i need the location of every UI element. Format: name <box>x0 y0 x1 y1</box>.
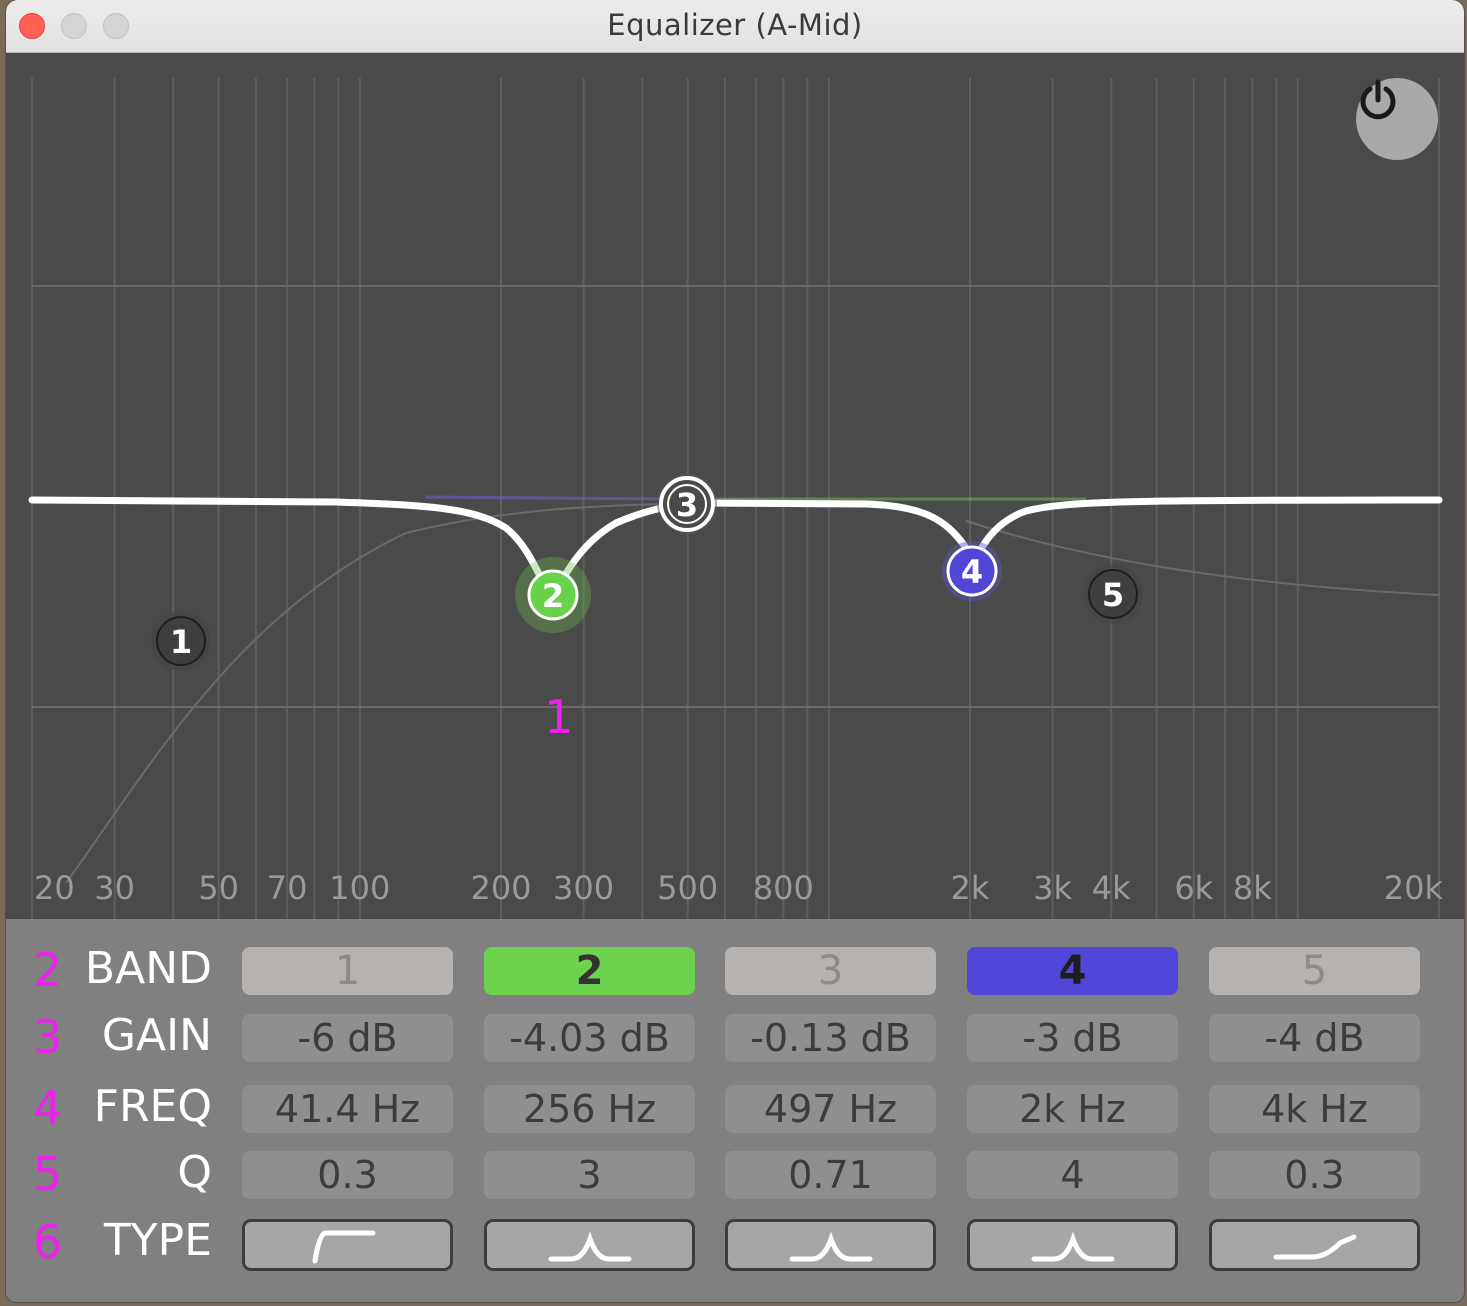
eq-response-curve <box>28 496 1443 605</box>
band-1-curve <box>65 502 707 884</box>
band-node-label: 3 <box>676 486 698 524</box>
freq-value-band-4[interactable]: 2k Hz <box>967 1085 1178 1133</box>
annotation-marker: 1 <box>544 690 574 744</box>
q-value-band-4[interactable]: 4 <box>967 1151 1178 1199</box>
band-node-label: 5 <box>1102 576 1124 614</box>
band-node-1[interactable]: 1 <box>151 611 211 671</box>
high-shelf-icon <box>1273 1234 1356 1260</box>
type-selector-band-3[interactable] <box>725 1219 936 1271</box>
freq-label: 70 <box>267 869 308 907</box>
band-node-2[interactable]: 2 <box>515 557 591 633</box>
freq-label: 3k <box>1033 869 1072 907</box>
bell-icon <box>789 1231 872 1262</box>
freq-label: 20k <box>1384 869 1444 907</box>
high-pass-icon <box>312 1230 375 1264</box>
window-title: Equalizer (A-Mid) <box>607 8 863 42</box>
freq-label: 500 <box>657 869 718 907</box>
q-value-band-3[interactable]: 0.71 <box>725 1151 936 1199</box>
freq-value-band-3[interactable]: 497 Hz <box>725 1085 936 1133</box>
gain-value-band-1[interactable]: -6 dB <box>242 1014 453 1062</box>
freq-label: 30 <box>94 869 135 907</box>
freq-value-band-2[interactable]: 256 Hz <box>484 1085 695 1133</box>
freq-label: 6k <box>1174 869 1213 907</box>
row-label: TYPE <box>103 1215 212 1266</box>
gain-value-band-2[interactable]: -4.03 dB <box>484 1014 695 1062</box>
gain-value-band-3[interactable]: -0.13 dB <box>725 1014 936 1062</box>
title-bar: Equalizer (A-Mid) <box>6 0 1464 53</box>
row-label: BAND <box>84 943 212 994</box>
bell-icon <box>548 1231 631 1262</box>
band-node-label: 1 <box>170 623 192 661</box>
q-value-band-1[interactable]: 0.3 <box>242 1151 453 1199</box>
gain-value-band-4[interactable]: -3 dB <box>967 1014 1178 1062</box>
freq-label: 200 <box>470 869 531 907</box>
band-node-label: 4 <box>961 553 983 591</box>
freq-value-band-5[interactable]: 4k Hz <box>1209 1085 1420 1133</box>
bell-icon <box>1031 1231 1114 1262</box>
band-settings-panel: 2 BAND 1 2 3 4 5 3 GAIN -6 dB -4.03 dB -0.13 dB -3 d… <box>6 919 1464 1302</box>
freq-label: 100 <box>329 869 390 907</box>
power-icon <box>1360 79 1396 120</box>
row-label: FREQ <box>93 1081 212 1132</box>
band-button-2[interactable]: 2 <box>484 947 695 995</box>
freq-label: 20 <box>34 869 75 907</box>
eq-graph-canvas[interactable]: 20 30 50 70 100 200 300 500 800 2k 3k 4k 6k 8k 20k 1 2 3 4… <box>6 53 1464 919</box>
band-button-3[interactable]: 3 <box>725 947 936 995</box>
freq-label: 50 <box>198 869 239 907</box>
gain-value-band-5[interactable]: -4 dB <box>1209 1014 1420 1062</box>
eq-graph[interactable]: 20 30 50 70 100 200 300 500 800 2k 3k 4k 6k 8k 20k 1 2 3 4… <box>6 53 1464 919</box>
band-button-1[interactable]: 1 <box>242 947 453 995</box>
equalizer-window: Equalizer (A-Mid) 20 30 50 70 100 200 300 500 80… <box>6 0 1464 1302</box>
band-4-curve <box>425 495 667 501</box>
q-value-band-5[interactable]: 0.3 <box>1209 1151 1420 1199</box>
freq-label: 2k <box>951 869 990 907</box>
row-label: GAIN <box>101 1010 212 1061</box>
type-selector-band-1[interactable] <box>242 1219 453 1271</box>
freq-label: 4k <box>1092 869 1131 907</box>
freq-value-band-1[interactable]: 41.4 Hz <box>242 1085 453 1133</box>
freq-label: 300 <box>553 869 614 907</box>
band-button-5[interactable]: 5 <box>1209 947 1420 995</box>
type-selector-band-5[interactable] <box>1209 1219 1420 1271</box>
row-label: Q <box>177 1147 212 1198</box>
band-node-4[interactable]: 4 <box>942 541 1002 601</box>
freq-label: 800 <box>753 869 814 907</box>
freq-label: 8k <box>1233 869 1272 907</box>
band-5-curve <box>965 520 1440 596</box>
band-button-4[interactable]: 4 <box>967 947 1178 995</box>
power-button[interactable] <box>1356 78 1438 160</box>
band-node-5[interactable]: 5 <box>1083 564 1143 624</box>
band-node-label: 2 <box>542 577 564 615</box>
type-selector-band-2[interactable] <box>484 1219 695 1271</box>
type-selector-band-4[interactable] <box>967 1219 1178 1271</box>
q-value-band-2[interactable]: 3 <box>484 1151 695 1199</box>
band-node-3[interactable]: 3 <box>657 474 717 534</box>
